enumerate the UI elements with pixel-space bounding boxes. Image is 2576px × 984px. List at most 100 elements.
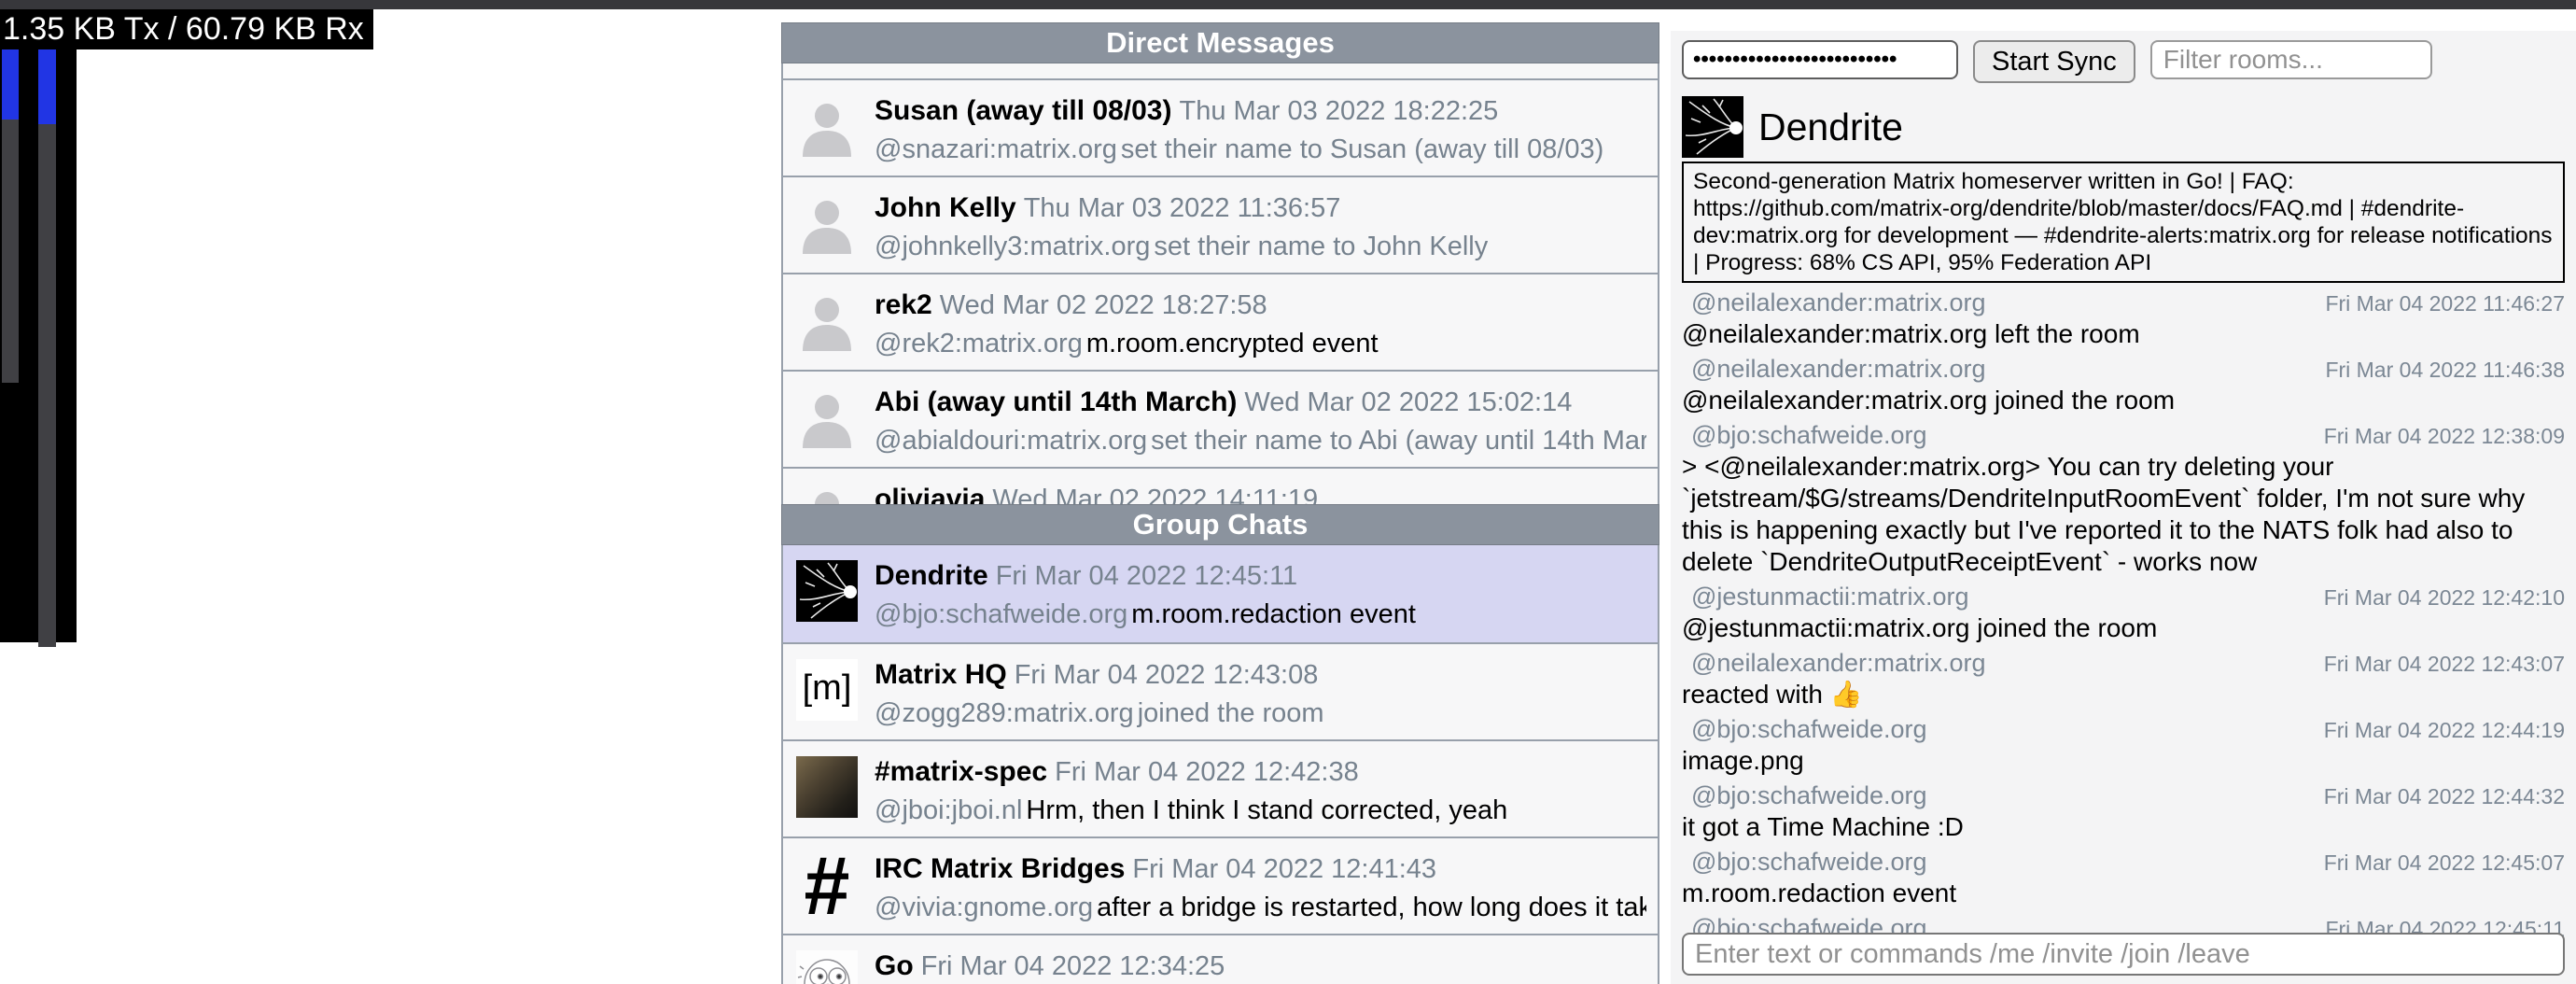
- room-name: IRC Matrix Bridges: [875, 853, 1125, 884]
- room-row-text: rek2 Wed Mar 02 2022 18:27:58 @rek2:matri…: [875, 286, 1379, 370]
- message-sender: @jestunmactii:matrix.org: [1682, 581, 1969, 612]
- room-timestamp: Fri Mar 04 2022 12:45:11: [996, 561, 1298, 591]
- direct-messages-header: Direct Messages: [781, 22, 1659, 63]
- room-row-matrix-hq[interactable]: [m] Matrix HQ Fri Mar 04 2022 12:43:08 @z…: [783, 642, 1658, 739]
- room-last-message: set their name to Susan (away till 08/03…: [1121, 134, 1603, 164]
- room-last-message: joined the room: [1138, 698, 1324, 728]
- group-chats-header: Group Chats: [781, 504, 1659, 545]
- room-row-matrix-spec[interactable]: #matrix-spec Fri Mar 04 2022 12:42:38 @jb…: [783, 739, 1658, 836]
- room-row-text: Matrix HQ Fri Mar 04 2022 12:43:08 @zogg2…: [875, 655, 1324, 739]
- message-timestamp: Fri Mar 04 2022 12:44:32: [2324, 784, 2565, 809]
- room-row-go[interactable]: GoFri Mar 04 2022 12:34:25: [783, 934, 1658, 984]
- message-body: @neilalexander:matrix.org joined the roo…: [1682, 385, 2565, 416]
- direct-messages-list: Susan (away till 08/03) Thu Mar 03 2022 1…: [781, 63, 1659, 504]
- photo-avatar: [796, 756, 858, 818]
- bar-segment-gray: [38, 124, 56, 647]
- group-chats-list: Dendrite Fri Mar 04 2022 12:45:11 @bjo:sc…: [781, 545, 1659, 984]
- room-row-rek2[interactable]: rek2 Wed Mar 02 2022 18:27:58 @rek2:matri…: [783, 273, 1658, 370]
- message-sender: @neilalexander:matrix.org: [1682, 287, 1986, 318]
- room-row-text: Dendrite Fri Mar 04 2022 12:45:11 @bjo:sc…: [875, 556, 1416, 642]
- gopher-avatar-icon: [796, 950, 858, 984]
- message-body: > <@neilalexander:matrix.org> You can tr…: [1682, 451, 2565, 578]
- room-last-sender: @johnkelly3:matrix.org: [875, 232, 1150, 261]
- message-list: @neilalexander:matrix.org Fri Mar 04 2022…: [1682, 287, 2565, 976]
- room-row-text: John KellyThu Mar 03 2022 11:36:57 @john…: [875, 189, 1488, 273]
- filter-rooms-input[interactable]: [2150, 40, 2432, 79]
- room-row-dendrite[interactable]: Dendrite Fri Mar 04 2022 12:45:11 @bjo:sc…: [783, 545, 1658, 642]
- message: @bjo:schafweide.org Fri Mar 04 2022 12:38…: [1682, 419, 2565, 578]
- hash-avatar-icon: #: [796, 853, 858, 915]
- message-body: image.png: [1682, 745, 2565, 777]
- message: @neilalexander:matrix.org Fri Mar 04 2022…: [1682, 647, 2565, 710]
- person-avatar-icon: [796, 192, 858, 254]
- room-row-text: oliviaviaWed Mar 02 2022 14:11:19: [875, 480, 1318, 504]
- room-name: #matrix-spec: [875, 756, 1047, 787]
- room-last-message: m.room.redaction event: [1131, 599, 1416, 629]
- room-timestamp: Wed Mar 02 2022 18:27:58: [940, 290, 1267, 320]
- room-name: Abi (away until 14th March): [875, 387, 1237, 417]
- room-header: Dendrite: [1682, 96, 2565, 158]
- room-last-sender: @rek2:matrix.org: [875, 329, 1083, 358]
- room-last-message: after a bridge is restarted, how long do…: [1097, 893, 1646, 922]
- message-timestamp: Fri Mar 04 2022 12:38:09: [2324, 424, 2565, 449]
- message: @bjo:schafweide.org Fri Mar 04 2022 12:44…: [1682, 713, 2565, 777]
- bar-segment-blue: [38, 46, 56, 124]
- message-timestamp: Fri Mar 04 2022 12:42:10: [2324, 585, 2565, 611]
- room-row-text: Susan (away till 08/03)Thu Mar 03 2022 1…: [875, 91, 1603, 176]
- room-timestamp: Thu Mar 03 2022 11:36:57: [1024, 193, 1341, 223]
- room-row-oliviavia[interactable]: oliviaviaWed Mar 02 2022 14:11:19: [783, 467, 1658, 504]
- room-name: Dendrite: [875, 560, 988, 591]
- room-topic: Second-generation Matrix homeserver writ…: [1682, 162, 2565, 283]
- message: @jestunmactii:matrix.org Fri Mar 04 2022 …: [1682, 581, 2565, 644]
- message-body: it got a Time Machine :D: [1682, 811, 2565, 843]
- room-row-john-kelly[interactable]: John KellyThu Mar 03 2022 11:36:57 @john…: [783, 176, 1658, 273]
- room-timestamp: Fri Mar 04 2022 12:42:38: [1055, 757, 1359, 787]
- top-border-strip: [0, 0, 2576, 9]
- access-token-input[interactable]: [1682, 40, 1958, 79]
- room-timestamp: Fri Mar 04 2022 12:34:25: [921, 951, 1225, 981]
- room-name: Go: [875, 950, 914, 981]
- message: @bjo:schafweide.orgFri Mar 04 2022 12:45…: [1682, 846, 2565, 909]
- room-last-message: Hrm, then I think I stand corrected, yea…: [1026, 795, 1507, 825]
- person-avatar-icon: [796, 387, 858, 448]
- message: @neilalexander:matrix.org Fri Mar 04 2022…: [1682, 287, 2565, 350]
- start-sync-button[interactable]: Start Sync: [1973, 40, 2135, 83]
- message-timestamp: Fri Mar 04 2022 11:46:27: [2325, 291, 2565, 316]
- room-row-text: GoFri Mar 04 2022 12:34:25: [875, 947, 1225, 984]
- message-timestamp: Fri Mar 04 2022 12:43:07: [2324, 652, 2565, 677]
- room-name: Matrix HQ: [875, 659, 1007, 690]
- room-name: rek2: [875, 289, 932, 320]
- message: @bjo:schafweide.orgFri Mar 04 2022 12:44…: [1682, 780, 2565, 843]
- room-title: Dendrite: [1758, 105, 1903, 149]
- message-body: @neilalexander:matrix.org left the room: [1682, 318, 2565, 350]
- message-sender: @neilalexander:matrix.org: [1682, 647, 1986, 679]
- room-last-sender: @snazari:matrix.org: [875, 134, 1117, 164]
- message-composer-input[interactable]: [1682, 933, 2565, 976]
- person-avatar-icon: [796, 95, 858, 157]
- dendrite-avatar-icon: [1682, 96, 1743, 158]
- message-sender: @bjo:schafweide.org: [1682, 419, 1927, 451]
- room-list-column: Direct Messages Susan (away till 08/03) T…: [781, 22, 1659, 984]
- person-avatar-icon: [796, 289, 858, 351]
- room-last-sender: @bjo:schafweide.org: [875, 599, 1127, 629]
- message: @neilalexander:matrix.orgFri Mar 04 2022…: [1682, 353, 2565, 416]
- bar-segment-gray: [2, 119, 19, 383]
- bandwidth-graph: [0, 9, 77, 642]
- bandwidth-bar: [38, 39, 56, 647]
- room-row-susan[interactable]: Susan (away till 08/03)Thu Mar 03 2022 1…: [783, 78, 1658, 176]
- room-last-message: set their name to Abi (away until 14th M…: [1151, 426, 1646, 456]
- room-row-abi[interactable]: Abi (away until 14th March)Wed Mar 02 20…: [783, 370, 1658, 467]
- room-last-sender: @jboi:jboi.nl: [875, 795, 1022, 825]
- room-row-irc-matrix-bridges[interactable]: # IRC Matrix BridgesFri Mar 04 2022 12:4…: [783, 836, 1658, 934]
- sync-controls: Start Sync: [1682, 40, 2565, 83]
- message-sender: @bjo:schafweide.org: [1682, 713, 1927, 745]
- room-last-sender: @zogg289:matrix.org: [875, 698, 1134, 728]
- chat-panel: Start Sync Dendrite Second-generation Ma…: [1671, 31, 2576, 984]
- room-last-sender: @abialdouri:matrix.org: [875, 426, 1147, 456]
- matrix-logo-avatar-icon: [m]: [796, 659, 858, 721]
- person-avatar-icon: [796, 484, 858, 504]
- room-timestamp: Fri Mar 04 2022 12:43:08: [1015, 660, 1319, 690]
- room-name: Susan (away till 08/03): [875, 95, 1171, 126]
- message-timestamp: Fri Mar 04 2022 12:44:19: [2324, 718, 2565, 743]
- room-last-sender: @vivia:gnome.org: [875, 893, 1093, 922]
